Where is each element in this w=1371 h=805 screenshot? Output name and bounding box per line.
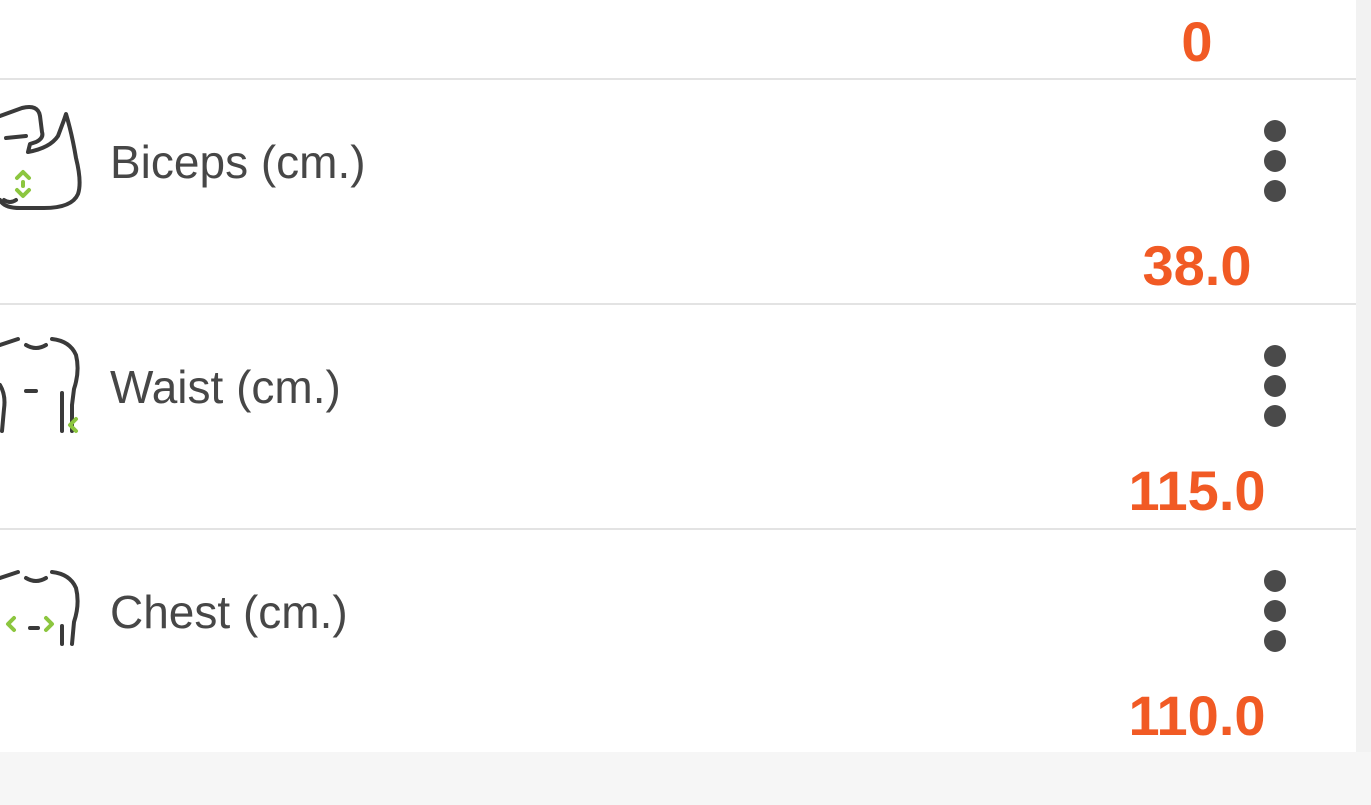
list-item-waist[interactable]: Waist (cm.) 115.0 xyxy=(0,305,1356,529)
dot-icon xyxy=(1264,630,1286,652)
list-item-biceps[interactable]: Biceps (cm.) 38.0 xyxy=(0,80,1356,304)
list-item-chest[interactable]: Chest (cm.) 110.0 xyxy=(0,530,1356,752)
measurement-label: Biceps (cm.) xyxy=(110,136,366,188)
dot-icon xyxy=(1264,405,1286,427)
dot-icon xyxy=(1264,375,1286,397)
top-row-value: 0 xyxy=(1181,10,1213,73)
dot-icon xyxy=(1264,600,1286,622)
measurement-label: Chest (cm.) xyxy=(110,586,348,638)
more-options-button[interactable] xyxy=(1250,116,1300,208)
chest-icon xyxy=(0,566,86,657)
dot-icon xyxy=(1264,345,1286,367)
more-options-button[interactable] xyxy=(1250,566,1300,658)
dot-icon xyxy=(1264,180,1286,202)
biceps-icon xyxy=(0,104,86,215)
measurement-value: 110.0 xyxy=(1128,684,1266,747)
waist-icon xyxy=(0,331,86,442)
measurement-label: Waist (cm.) xyxy=(110,361,341,413)
dot-icon xyxy=(1264,150,1286,172)
scrollbar-track[interactable] xyxy=(1356,0,1371,752)
dot-icon xyxy=(1264,120,1286,142)
dot-icon xyxy=(1264,570,1286,592)
measurements-list: 0 Biceps (cm.) 38.0 Waist (cm.) 115.0 Ch… xyxy=(0,0,1356,752)
measurement-value: 38.0 xyxy=(1142,234,1252,297)
more-options-button[interactable] xyxy=(1250,341,1300,433)
measurement-value: 115.0 xyxy=(1128,459,1266,522)
